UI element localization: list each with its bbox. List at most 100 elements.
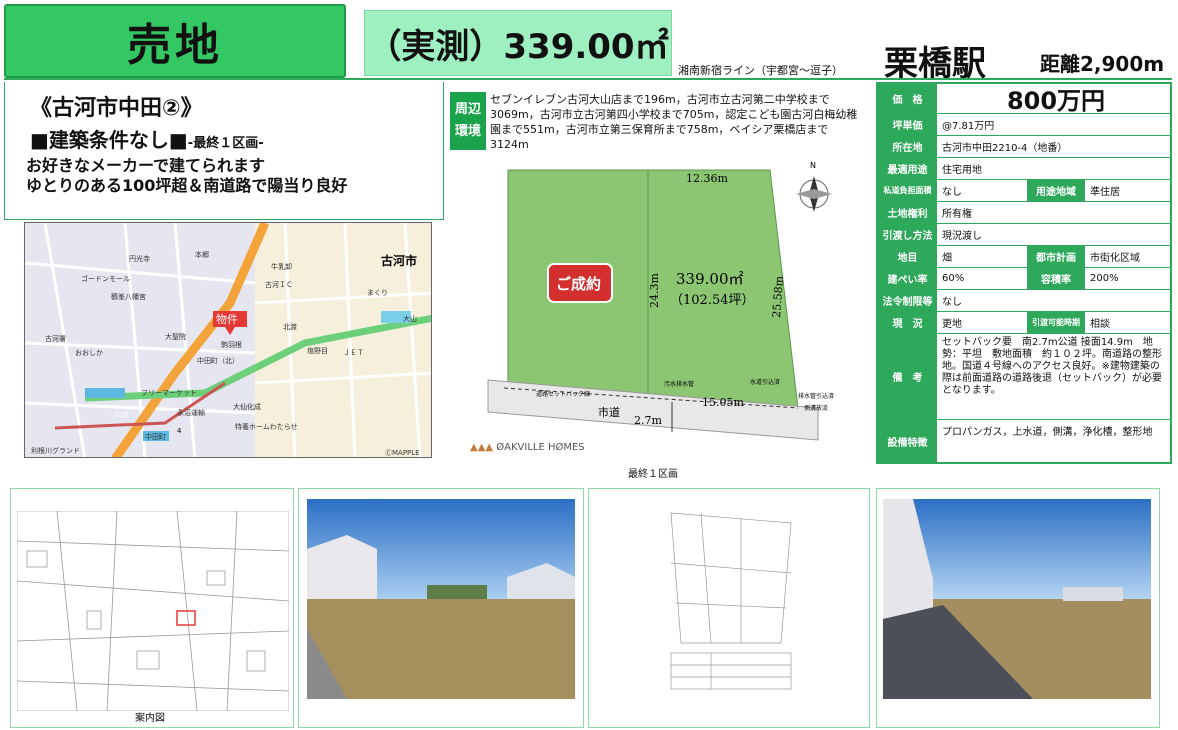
guide-map-panel: 案内図 xyxy=(10,488,294,728)
guide-map-image xyxy=(17,511,289,711)
survey-map-image xyxy=(661,503,801,703)
spec-label: 法令制限等 xyxy=(878,290,938,311)
plot-diagram: 12.36m 24.3m 25.58m 15.05m 339.00㎡ （102.… xyxy=(487,161,834,441)
spec-row: 私道負担面積 なし 用途地域 準住居 xyxy=(878,180,1170,202)
map-label: 大聖院 xyxy=(165,332,186,341)
company-logo: ▲▲▲ ØAKVILLE HØMES xyxy=(470,442,585,453)
sale-label: 売地 xyxy=(127,20,223,71)
spec-row-remarks: 備 考 セットバック要 南2.7m公道 接面14.9m 地勢：平坦 敷地面積 約… xyxy=(878,334,1170,420)
site-photo-2 xyxy=(883,499,1151,699)
area-label: （実測）339.00㎡ xyxy=(367,26,669,67)
description-line-2: ゆとりのある100坪超＆南道路で陽当り良好 xyxy=(26,176,348,195)
environment-label: 周辺環境 xyxy=(450,92,486,150)
spec-facilities: プロパンガス，上水道，側溝，浄化槽，整形地 xyxy=(942,427,1153,438)
spec-value: なし xyxy=(942,297,962,308)
road-width: 2.7m xyxy=(634,414,662,427)
spec-value: @7.81万円 xyxy=(942,121,995,132)
map-label: 大仙化成 xyxy=(233,402,261,411)
area-box: （実測）339.00㎡ xyxy=(364,10,672,76)
map-label: フリーマーケット xyxy=(141,389,197,397)
spec-row: 地目 畑 都市計画 市街化区域 xyxy=(878,246,1170,268)
build-condition: ■建築条件なし■-最終１区画- xyxy=(30,124,264,153)
spec-value: 住宅用地 xyxy=(942,165,982,176)
plot-caption: 最終１区画 xyxy=(628,469,678,480)
spec-label: 建ぺい率 xyxy=(878,268,938,289)
map-label: 本郷 xyxy=(195,250,209,259)
spec-row: 土地権利 所有権 xyxy=(878,202,1170,224)
logo-text: ØAKVILLE HØMES xyxy=(496,442,585,453)
map-label: 牛乳卸 xyxy=(271,262,292,271)
map-svg: 物件 古河市 円光寺 ゴードンモール 鶴峯八幡宮 古河署 おおしか 大聖院 本郷… xyxy=(25,223,431,457)
map-label: 中田町 xyxy=(145,432,166,441)
plot-top-width: 12.36m xyxy=(686,172,728,185)
spec-value: 準住居 xyxy=(1090,187,1120,198)
header-divider xyxy=(4,78,1172,80)
spec-label: 用途地域 xyxy=(1026,180,1086,201)
spec-label: 設備特徴 xyxy=(878,420,938,462)
spec-label: 備 考 xyxy=(878,334,938,419)
condition-sub: -最終１区画- xyxy=(187,136,264,151)
map-city-label: 古河市 xyxy=(381,253,417,268)
map-label: 大山 xyxy=(403,314,417,323)
spec-label: 最適用途 xyxy=(878,158,938,179)
spec-row: 現 況 更地 引渡可能時期 相談 xyxy=(878,312,1170,334)
plot-area-tsubo: （102.54坪） xyxy=(670,293,755,308)
spec-label: 所在地 xyxy=(878,136,938,157)
spec-label: 引渡し方法 xyxy=(878,224,938,245)
north-label: N xyxy=(810,161,816,170)
map-label: 古河ＩＣ xyxy=(265,280,293,289)
map-label: 北渡 xyxy=(283,322,297,331)
note-setback: 道路セットバック線 xyxy=(536,390,590,398)
note-water: 水道引込済 xyxy=(750,378,780,386)
plot-area-m2: 339.00㎡ xyxy=(676,270,744,288)
road-name: 市道 xyxy=(598,405,620,419)
spec-value: 市街化区域 xyxy=(1090,253,1140,264)
map-label: 駒羽根 xyxy=(221,340,242,349)
spec-label: 容積率 xyxy=(1026,268,1086,289)
spec-row: 所在地 古河市中田2210-4（地番） xyxy=(878,136,1170,158)
spec-value: なし xyxy=(942,187,962,198)
spec-table: 価 格 800万円 坪単価 @7.81万円 所在地 古河市中田2210-4（地番… xyxy=(876,82,1172,464)
location-map: 物件 古河市 円光寺 ゴードンモール 鶴峯八幡宮 古河署 おおしか 大聖院 本郷… xyxy=(24,222,432,458)
guide-map-caption: 案内図 xyxy=(135,713,165,724)
photo-panel xyxy=(876,488,1160,728)
map-label: おおしか xyxy=(75,349,103,357)
route-number: 4 xyxy=(177,427,182,435)
spec-price: 800万円 xyxy=(1006,87,1106,115)
spec-value: 所有権 xyxy=(942,209,972,220)
spec-row: 建ぺい率 60% 容積率 200% xyxy=(878,268,1170,290)
map-label: まくり xyxy=(367,289,388,297)
plot-bottom-width: 15.05m xyxy=(702,396,744,409)
spec-value: 60% xyxy=(942,273,965,284)
spec-row: 法令制限等 なし xyxy=(878,290,1170,312)
map-label: ゴードンモール xyxy=(81,274,130,283)
map-label: 中田町（北） xyxy=(197,356,239,365)
note-drain2: 排水管引込済 xyxy=(798,392,834,400)
environment-text: セブンイレブン古河大山店まで196m，古河市立古河第二中学校まで3069m，古河… xyxy=(490,93,858,151)
spec-value: 古河市中田2210-4（地番） xyxy=(942,143,1068,154)
spec-value: 200% xyxy=(1090,273,1119,284)
map-label: 利根川グランド xyxy=(31,446,80,455)
spec-label: 引渡可能時期 xyxy=(1026,312,1086,333)
note-ditch: 側溝放流 xyxy=(804,404,828,412)
spec-label: 坪単価 xyxy=(878,114,938,135)
north-arrow-icon xyxy=(796,176,832,212)
map-label: 特養ホームわたらせ xyxy=(235,422,298,431)
map-marker-label: 物件 xyxy=(216,312,238,326)
property-title: 《古河市中田②》 xyxy=(30,96,203,121)
map-label: 永沼運輸 xyxy=(177,408,205,417)
map-label: ⒸMAPPLE xyxy=(385,449,420,457)
sale-badge: 売地 xyxy=(4,4,346,78)
map-label: 鶴峯八幡宮 xyxy=(111,292,146,301)
spec-label: 現 況 xyxy=(878,312,938,333)
route-number: 226 xyxy=(115,411,129,419)
map-label: ＪＥＴ xyxy=(343,349,364,357)
map-label: 塩野目 xyxy=(307,346,328,355)
spec-label: 地目 xyxy=(878,246,938,267)
spec-row: 坪単価 @7.81万円 xyxy=(878,114,1170,136)
spec-label: 私道負担面積 xyxy=(878,180,938,201)
spec-value: 現況渡し xyxy=(942,231,982,242)
spec-value: 更地 xyxy=(942,319,962,330)
railway-line: 湘南新宿ライン（宇都宮〜逗子） xyxy=(678,64,843,77)
spec-row: 引渡し方法 現況渡し xyxy=(878,224,1170,246)
